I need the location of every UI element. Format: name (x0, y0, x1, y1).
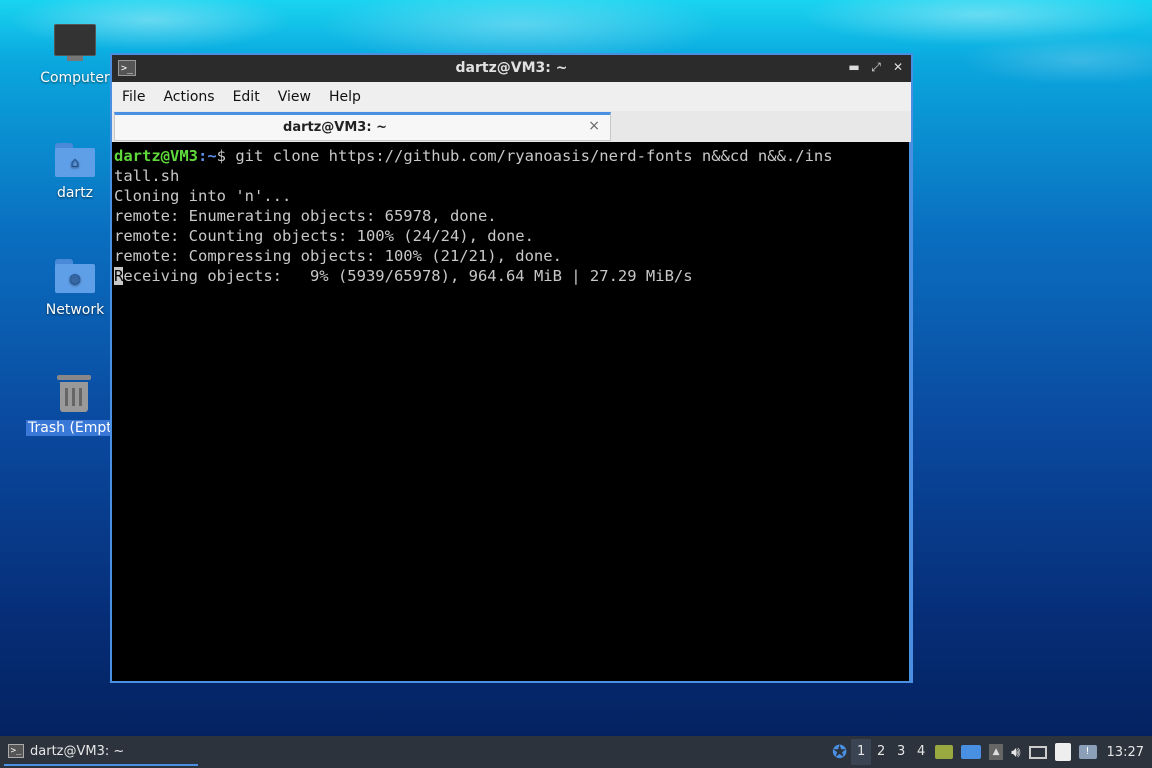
window-title: dartz@VM3: ~ (455, 60, 568, 76)
output-line: remote: Counting objects: 100% (24/24), … (114, 227, 534, 245)
menu-file[interactable]: File (112, 89, 153, 105)
tab-bar: dartz@VM3: ~ × (112, 111, 911, 142)
desktop-icon-network[interactable]: ◍ Network (29, 259, 121, 318)
taskbar: >_ dartz@VM3: ~ ✪ 1 2 3 4 ▲ 🔊︎ ! 13:27 (0, 736, 1152, 768)
trash-icon (57, 373, 91, 413)
terminal-window: >_ dartz@VM3: ~ ▬ ⤢ ✕ File Actions Edit … (110, 53, 913, 683)
taskbar-item-label: dartz@VM3: ~ (30, 744, 125, 759)
output-line: remote: Enumerating objects: 65978, done… (114, 207, 497, 225)
minimize-button[interactable]: ▬ (847, 60, 861, 75)
desktop-icon-label: dartz (56, 185, 94, 201)
computer-icon (54, 24, 96, 61)
prompt-path: :~ (198, 147, 217, 165)
progress-line: eceiving objects: 9% (5939/65978), 964.6… (123, 267, 693, 285)
window-titlebar[interactable]: >_ dartz@VM3: ~ ▬ ⤢ ✕ (112, 55, 911, 82)
prompt-symbol: $ (216, 147, 236, 165)
taskbar-item-terminal[interactable]: >_ dartz@VM3: ~ (4, 738, 198, 766)
command-line: git clone https://github.com/ryanoasis/n… (235, 147, 833, 165)
workspace-3[interactable]: 3 (891, 739, 911, 765)
lubuntu-menu-icon[interactable]: ✪ (832, 742, 847, 763)
terminal-app-icon: >_ (8, 744, 24, 758)
desktop-icon-label: Trash (Empt (26, 420, 114, 436)
desktop-icon-trash[interactable]: Trash (Empt (26, 373, 114, 436)
workspace-2[interactable]: 2 (871, 739, 891, 765)
tab-close-icon[interactable]: × (588, 118, 600, 134)
prompt-user: dartz@VM3 (114, 147, 198, 165)
update-notifier-icon[interactable]: ! (1078, 745, 1097, 759)
desktop-icon[interactable] (961, 745, 982, 759)
menu-view[interactable]: View (268, 89, 319, 105)
menu-bar: File Actions Edit View Help (112, 82, 911, 111)
workspace-1[interactable]: 1 (851, 739, 872, 765)
desktop-icon-home[interactable]: ⌂ dartz (29, 143, 121, 201)
maximize-button[interactable]: ⤢ (869, 60, 883, 75)
tab-terminal[interactable]: dartz@VM3: ~ × (114, 112, 611, 141)
close-button[interactable]: ✕ (891, 60, 905, 75)
home-folder-icon: ⌂ (55, 143, 95, 177)
system-tray: ✪ 1 2 3 4 ▲ 🔊︎ ! 13:27 (828, 736, 1152, 768)
desktop-icon-label: Computer (40, 70, 110, 86)
workspace-4[interactable]: 4 (911, 739, 931, 765)
clipboard-icon[interactable] (1054, 743, 1071, 761)
tray-arrow-icon[interactable]: ▲ (989, 744, 1004, 760)
menu-help[interactable]: Help (319, 89, 369, 105)
menu-edit[interactable]: Edit (223, 89, 268, 105)
file-manager-icon[interactable] (935, 745, 954, 759)
terminal-output[interactable]: dartz@VM3:~$ git clone https://github.co… (112, 142, 909, 681)
text-cursor: R (114, 267, 124, 285)
volume-icon[interactable]: 🔊︎ (1011, 743, 1020, 761)
network-folder-icon: ◍ (55, 259, 95, 293)
tab-label: dartz@VM3: ~ (283, 120, 387, 135)
desktop-icon-computer[interactable]: Computer (29, 24, 121, 86)
clock[interactable]: 13:27 (1107, 745, 1144, 760)
menu-actions[interactable]: Actions (153, 89, 222, 105)
command-line-wrap: tall.sh (114, 167, 180, 185)
network-icon[interactable] (1028, 745, 1047, 759)
desktop-icon-label: Network (45, 302, 105, 318)
output-line: remote: Compressing objects: 100% (21/21… (114, 247, 562, 265)
output-line: Cloning into 'n'... (114, 187, 292, 205)
